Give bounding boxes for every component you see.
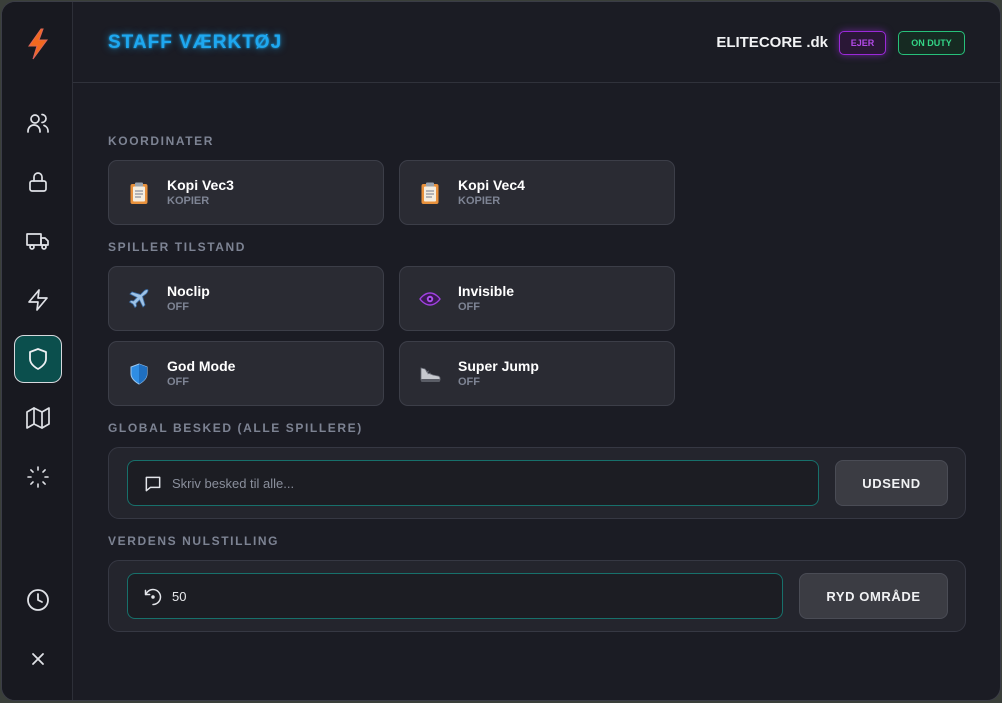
card-subtitle: KOPIER — [458, 195, 501, 207]
users-icon — [27, 113, 49, 133]
invisible-toggle[interactable]: Invisible OFF — [399, 266, 675, 331]
card-title: Invisible — [458, 283, 515, 299]
clear-radius-field[interactable] — [127, 573, 783, 619]
staff-tools-window: STAFF VÆRKTØJ ELITECORE .dk EJER ON DUTY… — [1, 1, 1001, 701]
copy-vec3-button[interactable]: Kopi Vec3 KOPIER — [108, 160, 384, 225]
sidebar-item-vehicles[interactable] — [14, 217, 62, 265]
sidebar-item-map[interactable] — [14, 394, 62, 442]
clipboard-icon — [130, 182, 148, 204]
sidebar-item-history[interactable] — [14, 576, 62, 624]
owner-badge: EJER — [839, 31, 886, 55]
close-button[interactable] — [14, 635, 62, 683]
clear-area-button[interactable]: RYD OMRÅDE — [799, 573, 948, 619]
toggle-status: OFF — [458, 301, 480, 313]
duty-status-badge: ON DUTY — [898, 31, 965, 55]
eye-icon — [419, 292, 441, 306]
clock-icon — [27, 589, 49, 611]
super-jump-toggle[interactable]: Super Jump OFF — [399, 341, 675, 406]
map-icon — [26, 407, 50, 429]
card-title: Kopi Vec4 — [458, 177, 525, 193]
card-title: Noclip — [167, 283, 210, 299]
global-message-input[interactable] — [172, 461, 808, 505]
god-mode-toggle[interactable]: God Mode OFF — [108, 341, 384, 406]
sidebar-item-staff-tools[interactable] — [14, 335, 62, 383]
sidebar-item-powers[interactable] — [14, 276, 62, 324]
zap-icon — [28, 289, 48, 311]
rotate-ccw-icon — [144, 588, 162, 606]
truck-icon — [26, 233, 49, 250]
sidebar-item-loading[interactable] — [14, 453, 62, 501]
shoe-icon — [420, 367, 441, 382]
lock-icon — [29, 172, 47, 192]
global-message-field[interactable] — [127, 460, 819, 506]
section-label-world-reset: VERDENS NULSTILLING — [108, 534, 280, 548]
section-label-player-state: SPILLER TILSTAND — [108, 240, 247, 254]
page-title: STAFF VÆRKTØJ — [108, 32, 283, 53]
server-name: ELITECORE .dk — [716, 34, 828, 51]
lightning-logo-icon — [28, 28, 48, 60]
broadcast-button[interactable]: UDSEND — [835, 460, 948, 506]
sidebar-item-players[interactable] — [14, 99, 62, 147]
toggle-status: OFF — [167, 376, 189, 388]
shield-icon — [29, 348, 47, 370]
copy-vec4-button[interactable]: Kopi Vec4 KOPIER — [399, 160, 675, 225]
clipboard-icon — [421, 182, 439, 204]
airplane-icon — [128, 289, 149, 309]
card-title: Super Jump — [458, 358, 539, 374]
message-icon — [145, 476, 161, 492]
header: STAFF VÆRKTØJ ELITECORE .dk EJER ON DUTY — [73, 2, 1000, 83]
sidebar — [2, 2, 73, 700]
toggle-status: OFF — [458, 376, 480, 388]
close-icon — [32, 653, 44, 665]
global-message-panel: UDSEND — [108, 447, 966, 519]
toggle-status: OFF — [167, 301, 189, 313]
card-title: Kopi Vec3 — [167, 177, 234, 193]
noclip-toggle[interactable]: Noclip OFF — [108, 266, 384, 331]
shield-icon — [130, 363, 148, 385]
loader-icon — [27, 466, 49, 488]
card-title: God Mode — [167, 358, 236, 374]
sidebar-item-lock[interactable] — [14, 158, 62, 206]
world-reset-panel: RYD OMRÅDE — [108, 560, 966, 632]
section-label-global-message: GLOBAL BESKED (ALLE SPILLERE) — [108, 421, 363, 435]
section-label-coordinates: KOORDINATER — [108, 134, 215, 148]
clear-radius-input[interactable] — [172, 574, 772, 618]
card-subtitle: KOPIER — [167, 195, 210, 207]
